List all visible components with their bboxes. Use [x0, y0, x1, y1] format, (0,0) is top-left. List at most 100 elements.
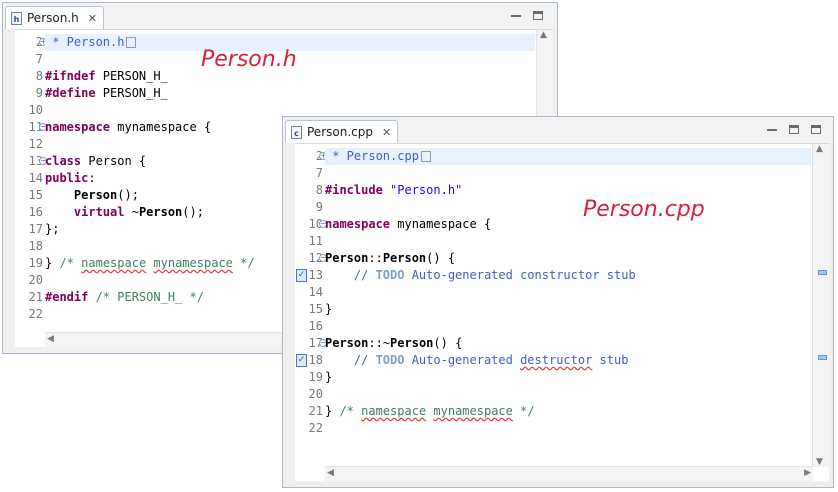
line-number: 20: [295, 386, 325, 403]
code-line[interactable]: // TODO Auto-generated constructor stub: [325, 267, 811, 284]
folded-region-icon[interactable]: [126, 37, 137, 48]
code-token: PERSON_H_: [95, 86, 168, 100]
line-number: 22: [295, 420, 325, 437]
overview-marker[interactable]: [818, 355, 827, 360]
code-line[interactable]: [325, 233, 811, 250]
line-number: 17: [15, 221, 45, 238]
close-icon[interactable]: ✕: [382, 126, 391, 139]
overview-marker[interactable]: [818, 270, 827, 275]
line-number: 10−: [295, 216, 327, 233]
vertical-scrollbar[interactable]: ▲ ▼: [812, 144, 829, 467]
line-number: 15: [15, 187, 45, 204]
line-number: 15: [295, 301, 325, 318]
code-editor[interactable]: 2+7 8 9 10−11 12−13✓14 15 16 17−18✓19 20 21 22 * P…: [295, 143, 829, 481]
code-line[interactable]: [325, 386, 811, 403]
line-number: 2+: [15, 34, 47, 51]
line-number-label: 15: [28, 188, 43, 202]
code-line[interactable]: } /* namespace mynamespace */: [325, 403, 811, 420]
code-token: Auto-generated: [404, 353, 521, 367]
minimize-icon[interactable]: [511, 11, 521, 17]
code-token: TODO: [375, 353, 405, 367]
code-token: Person: [382, 251, 427, 265]
code-line[interactable]: [325, 284, 811, 301]
close-icon[interactable]: ✕: [88, 12, 97, 25]
line-number-label: 7: [315, 166, 323, 180]
line-number: 13 ✓: [295, 267, 325, 284]
line-number: 10: [15, 102, 45, 119]
line-number-label: 16: [308, 319, 323, 333]
folded-region-icon[interactable]: [420, 151, 431, 162]
code-area[interactable]: * Person.cpp #include "Person.h" namespace…: [325, 144, 811, 481]
line-number-label: 15: [308, 302, 323, 316]
line-number: 18: [15, 238, 45, 255]
line-number-label: 14: [28, 171, 43, 185]
line-number-label: 8: [315, 183, 323, 197]
line-number-label: 14: [308, 285, 323, 299]
code-line[interactable]: [325, 199, 811, 216]
maximize-icon[interactable]: [789, 125, 799, 134]
line-number: 21: [15, 289, 45, 306]
code-line[interactable]: }: [325, 369, 811, 386]
code-token: * Person.cpp: [325, 149, 419, 163]
minimize-icon[interactable]: [767, 125, 777, 131]
code-token: //: [325, 268, 376, 282]
line-number: 20: [15, 272, 45, 289]
scroll-down-icon[interactable]: ▼: [816, 457, 823, 467]
code-token: namespace: [81, 256, 147, 270]
code-line[interactable]: Person::~Person() {: [325, 335, 811, 352]
line-number-label: 16: [28, 205, 43, 219]
line-number-gutter: 2+7 8 9 10−11 12−13✓14 15 16 17−18✓19 20 21 22: [295, 144, 327, 481]
scroll-right-icon[interactable]: ▶: [804, 468, 811, 478]
code-line[interactable]: Person::Person() {: [325, 250, 811, 267]
restore-icon[interactable]: [811, 125, 821, 134]
line-number-label: 21: [308, 404, 323, 418]
tab-person-h[interactable]: h Person.h ✕: [5, 6, 104, 29]
line-number: 19: [295, 369, 325, 386]
code-token: //: [325, 353, 376, 367]
line-number-label: 12: [28, 137, 43, 151]
code-token: mynamespace {: [110, 120, 212, 134]
scroll-left-icon[interactable]: ◀: [327, 468, 334, 478]
code-line[interactable]: * Person.cpp: [325, 148, 811, 165]
horizontal-scrollbar[interactable]: ◀ ▶: [325, 466, 813, 481]
code-token: class: [45, 154, 82, 168]
line-number: 7: [15, 51, 45, 68]
code-line[interactable]: // TODO Auto-generated destructor stub: [325, 352, 811, 369]
tab-person-cpp[interactable]: c Person.cpp ✕: [285, 120, 399, 143]
scroll-left-icon[interactable]: ◀: [47, 334, 54, 344]
scroll-up-icon[interactable]: ▲: [816, 144, 823, 154]
editor-window-person-cpp: c Person.cpp ✕ 2+7 8 9 10−11 12−13✓14 15 16 17−…: [282, 116, 834, 488]
code-token: ~: [124, 205, 139, 219]
line-number-label: 8: [35, 69, 43, 83]
code-line[interactable]: }: [325, 301, 811, 318]
annotation-person-cpp: Person.cpp: [583, 197, 705, 222]
code-line[interactable]: [325, 420, 811, 437]
line-number-label: 17: [28, 222, 43, 236]
code-line[interactable]: #include "Person.h": [325, 182, 811, 199]
line-number-label: 22: [28, 307, 43, 321]
scroll-up-icon[interactable]: ▲: [540, 30, 547, 40]
task-marker-icon[interactable]: ✓: [296, 354, 307, 367]
h-file-icon: h: [11, 11, 22, 25]
tab-bar: c Person.cpp ✕: [283, 117, 833, 143]
code-line[interactable]: [325, 165, 811, 182]
line-number-label: 20: [308, 387, 323, 401]
line-number: 12: [15, 136, 45, 153]
code-line[interactable]: [325, 318, 811, 335]
code-token: public: [45, 171, 89, 185]
code-token: Person: [390, 336, 434, 350]
code-line[interactable]: #define PERSON_H_: [45, 85, 535, 102]
line-number: 16: [15, 204, 45, 221]
code-token: namespace: [45, 120, 111, 134]
line-number-label: 19: [308, 370, 323, 384]
tab-bar: h Person.h ✕: [3, 3, 557, 29]
maximize-icon[interactable]: [533, 11, 543, 20]
code-line[interactable]: namespace mynamespace {: [325, 216, 811, 233]
line-number: 22: [15, 306, 45, 323]
line-number: 8: [295, 182, 325, 199]
line-number: 16: [295, 318, 325, 335]
task-marker-icon[interactable]: ✓: [296, 269, 307, 282]
line-number: 18 ✓: [295, 352, 325, 369]
line-number: 19: [15, 255, 45, 272]
